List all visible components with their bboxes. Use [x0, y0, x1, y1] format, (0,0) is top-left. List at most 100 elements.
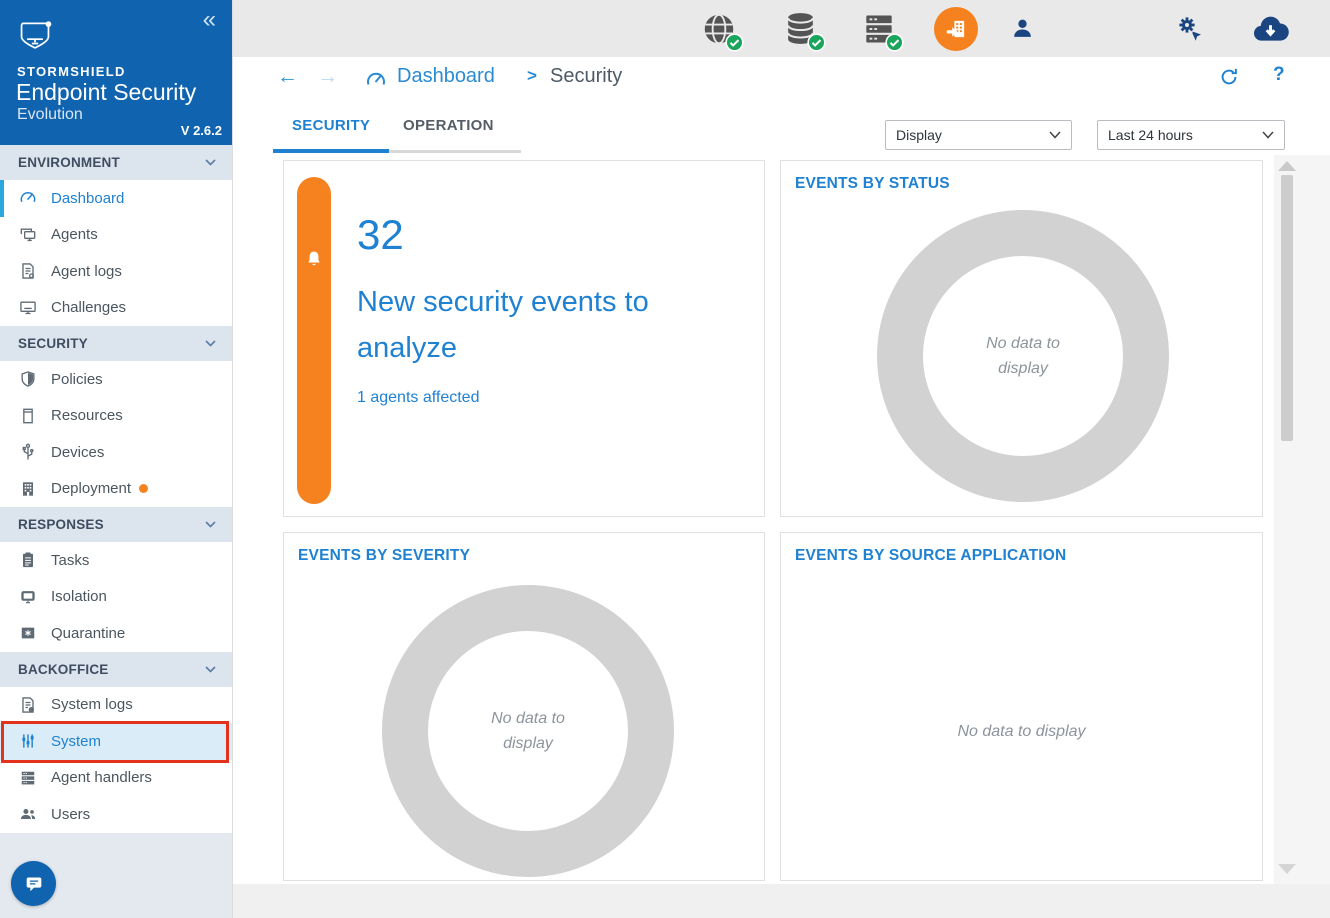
bell-icon	[304, 249, 324, 274]
main-content: ← → Dashboard > Security ? SECURITY OPER…	[233, 57, 1330, 918]
sidebar-item-challenges[interactable]: Challenges	[0, 290, 232, 327]
gauge-icon	[364, 68, 388, 92]
history-forward-icon[interactable]: →	[317, 65, 338, 89]
time-range-dropdown[interactable]: Last 24 hours	[1097, 120, 1285, 150]
sidebar-item-users[interactable]: Users	[0, 796, 232, 833]
alert-accent-bar	[297, 177, 331, 504]
time-range-dropdown-value: Last 24 hours	[1108, 127, 1193, 143]
brand-header: « STORMSHIELD Endpoint Security Evolutio…	[0, 0, 232, 145]
sidebar-item-label: Agent handlers	[51, 769, 152, 786]
agent-handler-status-icon[interactable]	[858, 8, 902, 52]
sidebar-item-label: Isolation	[51, 588, 107, 605]
sidebar-item-label: Agent logs	[51, 263, 122, 280]
services-gear-icon[interactable]	[1175, 14, 1203, 47]
display-dropdown[interactable]: Display	[885, 120, 1072, 150]
brand-version: V 2.6.2	[181, 123, 222, 138]
scrollbar-thumb[interactable]	[1281, 175, 1293, 441]
breadcrumb-separator: >	[527, 66, 537, 86]
clipboard-icon	[18, 550, 38, 570]
sidebar-item-quarantine[interactable]: Quarantine	[0, 615, 232, 652]
breadcrumb-dashboard-link[interactable]: Dashboard	[397, 65, 495, 88]
cloud-download-icon[interactable]	[1250, 9, 1291, 55]
sidebar-item-label: System	[51, 733, 101, 750]
feedback-chat-button[interactable]	[11, 861, 56, 906]
deployment-pending-dot	[139, 484, 148, 493]
new-events-title: New security events to analyze	[357, 279, 677, 371]
ok-check-icon	[885, 33, 904, 52]
events-by-source-card: EVENTS BY SOURCE APPLICATION No data to …	[780, 532, 1263, 881]
events-by-severity-card: EVENTS BY SEVERITY No data to display	[283, 532, 765, 881]
section-label: RESPONSES	[18, 517, 104, 532]
events-by-status-card: EVENTS BY STATUS No data to display	[780, 160, 1263, 517]
shield-icon	[18, 369, 38, 389]
inactive-tab-underline	[389, 150, 521, 153]
help-icon[interactable]: ?	[1273, 64, 1285, 86]
tab-security[interactable]: SECURITY	[292, 117, 370, 134]
refresh-icon[interactable]	[1218, 66, 1240, 93]
chat-bubble-icon	[23, 872, 45, 894]
user-icon[interactable]	[1010, 16, 1035, 46]
collapse-sidebar-icon[interactable]: «	[203, 6, 216, 34]
chevron-down-icon	[205, 159, 216, 166]
sidebar-item-dashboard[interactable]: Dashboard	[0, 180, 232, 217]
sidebar-item-label: Users	[51, 806, 90, 823]
server-icon	[18, 768, 38, 788]
sidebar-section-responses[interactable]: RESPONSES	[0, 507, 232, 542]
deployment-status-icon[interactable]	[934, 7, 978, 51]
sidebar-item-resources[interactable]: Resources	[0, 398, 232, 435]
global-status-bar	[233, 0, 1330, 57]
history-back-icon[interactable]: ←	[277, 65, 298, 89]
chevron-down-icon	[205, 340, 216, 347]
sidebar-item-label: Resources	[51, 407, 123, 424]
sidebar-item-label: Dashboard	[51, 190, 124, 207]
content-bottom-gutter	[233, 884, 1330, 918]
sidebar-item-agent-logs[interactable]: Agent logs	[0, 253, 232, 290]
database-status-icon[interactable]	[780, 8, 824, 52]
isolated-screen-icon	[18, 587, 38, 607]
sidebar-section-security[interactable]: SECURITY	[0, 326, 232, 361]
chevron-down-icon	[205, 666, 216, 673]
agents-affected-link[interactable]: 1 agents affected	[357, 389, 479, 407]
monitors-icon	[18, 225, 38, 245]
sidebar-item-agent-handlers[interactable]: Agent handlers	[0, 760, 232, 797]
sidebar-item-devices[interactable]: Devices	[0, 434, 232, 471]
sidebar-item-agents[interactable]: Agents	[0, 217, 232, 254]
sidebar-item-policies[interactable]: Policies	[0, 361, 232, 398]
stormshield-logo-icon	[16, 16, 54, 56]
card-title: EVENTS BY STATUS	[795, 175, 950, 193]
new-events-count: 32	[357, 211, 404, 259]
deployment-icon	[943, 16, 969, 42]
sidebar-item-system[interactable]: System	[0, 723, 232, 760]
sidebar-item-label: Devices	[51, 444, 104, 461]
scroll-down-arrow-icon[interactable]	[1278, 864, 1296, 874]
sidebar: « STORMSHIELD Endpoint Security Evolutio…	[0, 0, 233, 918]
sidebar-item-label: Challenges	[51, 299, 126, 316]
no-data-text: No data to display	[468, 706, 588, 756]
quarantine-box-icon	[18, 623, 38, 643]
document-log-icon	[18, 261, 38, 281]
brand-product: Endpoint Security	[16, 79, 196, 106]
ok-check-icon	[725, 33, 744, 52]
chevron-down-icon	[205, 521, 216, 528]
chevron-down-icon	[1049, 131, 1061, 139]
new-events-card[interactable]: 32 New security events to analyze 1 agen…	[283, 160, 765, 517]
scroll-up-arrow-icon[interactable]	[1278, 161, 1296, 171]
sidebar-item-deployment[interactable]: Deployment	[0, 471, 232, 508]
tab-operation[interactable]: OPERATION	[403, 117, 494, 134]
sliders-icon	[18, 731, 38, 751]
building-icon	[18, 479, 38, 499]
sidebar-section-backoffice[interactable]: BACKOFFICE	[0, 652, 232, 687]
sidebar-section-environment[interactable]: ENVIRONMENT	[0, 145, 232, 180]
sidebar-item-tasks[interactable]: Tasks	[0, 542, 232, 579]
sidebar-item-system-logs[interactable]: System logs	[0, 687, 232, 724]
vertical-scrollbar	[1274, 155, 1330, 884]
users-icon	[18, 804, 38, 824]
no-data-text: No data to display	[963, 331, 1083, 381]
sidebar-item-label: Quarantine	[51, 625, 125, 642]
gauge-icon	[18, 188, 38, 208]
display-dropdown-value: Display	[896, 127, 942, 143]
internet-status-icon[interactable]	[698, 8, 742, 52]
usb-icon	[18, 442, 38, 462]
brand-edition: Evolution	[17, 106, 83, 124]
sidebar-item-isolation[interactable]: Isolation	[0, 579, 232, 616]
